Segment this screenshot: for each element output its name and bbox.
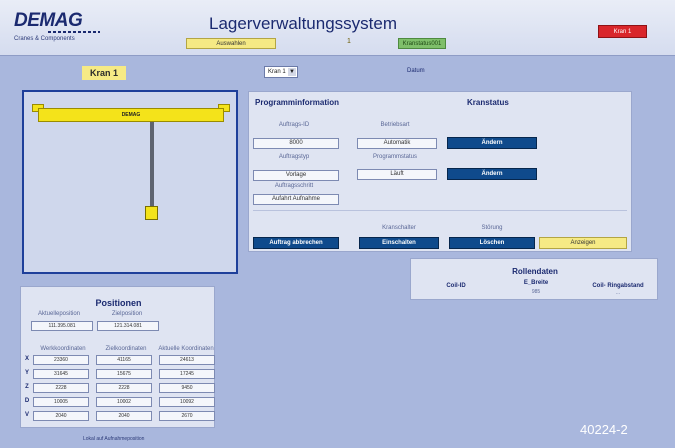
auswahl-button[interactable]: Auswahlen	[186, 38, 276, 49]
aendern-programmstatus-button[interactable]: Ändern	[447, 168, 537, 180]
aendern-betriebsart-button[interactable]: Ändern	[447, 137, 537, 149]
positionen-footer: Lokal auf Aufnahmeposition	[83, 436, 145, 442]
row-label: V	[24, 412, 29, 418]
coil-id-header: Coil-ID	[446, 283, 466, 289]
table-cell: 2228	[96, 383, 152, 393]
kranschalter-label: Kranschalter	[382, 225, 416, 231]
kranstatus-title: Kranstatus	[467, 98, 509, 107]
logo-subtitle: Cranes & Components	[14, 36, 75, 42]
loeschen-button[interactable]: Löschen	[449, 237, 535, 249]
auftragsschritt-field[interactable]: Aufahrt Aufnahme	[253, 194, 339, 205]
figure-number: 40224-2	[580, 422, 628, 437]
row-label: Z	[25, 384, 29, 390]
coil-ringabstand-header: Coil- Ringabstand	[592, 283, 644, 289]
table-cell: 17245	[159, 369, 215, 379]
positionen-title: Positionen	[95, 298, 142, 308]
table-cell: 15675	[96, 369, 152, 379]
table-cell: 2040	[33, 411, 89, 421]
auftrag-abbrechen-button[interactable]: Auftrag abbrechen	[253, 237, 339, 249]
header-bar: DEMAG Cranes & Components Lagerverwaltun…	[0, 0, 675, 56]
e-breite-header: E_Breite	[523, 280, 549, 286]
auftrags-id-label: Auftrags-ID	[278, 122, 310, 128]
einschalten-button[interactable]: Einschalten	[359, 237, 439, 249]
table-cell: 10005	[33, 397, 89, 407]
e-breite-value: 985	[531, 289, 541, 295]
aktuelleposition-label: Aktuelleposition	[37, 311, 81, 317]
zielposition-field: 121.314.081	[97, 321, 159, 331]
table-cell: 23360	[33, 355, 89, 365]
table-cell: 2670	[159, 411, 215, 421]
crane-bridge: DEMAG	[38, 108, 224, 122]
row-label: Y	[24, 370, 29, 376]
panel-divider	[253, 210, 627, 211]
table-cell: 2228	[33, 383, 89, 393]
rollendaten-title: Rollendaten	[512, 267, 558, 276]
table-cell: 10092	[159, 397, 215, 407]
table-cell: 31645	[33, 369, 89, 379]
auftrags-id-field[interactable]: 8000	[253, 138, 339, 149]
zielposition-label: Zielposition	[111, 311, 143, 317]
programm-panel: Programminformation Kranstatus Auftrags-…	[248, 91, 632, 252]
col-header-aktuell: Aktuelle Koordinaten	[158, 346, 214, 352]
programm-title: Programminformation	[255, 98, 340, 107]
header-value: 1	[347, 38, 351, 45]
table-cell: 9450	[159, 383, 215, 393]
kran-select-value: Kran 1	[268, 69, 286, 75]
programmstatus-field[interactable]: Läuft	[357, 169, 437, 180]
auftragsschritt-label: Auftragsschritt	[274, 183, 314, 189]
logo-divider	[48, 31, 100, 33]
kran-button[interactable]: Kran 1	[598, 25, 647, 38]
programmstatus-label: Programmstatus	[372, 154, 417, 160]
kran-title: Kran 1	[82, 66, 126, 80]
app-title: Lagerverwaltungssystem	[208, 14, 398, 33]
betriebsart-label: Betriebsart	[380, 122, 410, 128]
table-cell: 24613	[159, 355, 215, 365]
status-badge: Kranstatus001	[398, 38, 446, 49]
crane-rope	[150, 122, 154, 206]
crane-visualization: DEMAG	[22, 90, 238, 274]
coil-ringabstand-value: ...	[615, 290, 621, 296]
chevron-down-icon[interactable]: ▼	[288, 68, 296, 76]
col-header-ziel: Zielkoordinaten	[105, 346, 147, 352]
rollendaten-panel: Rollendaten Coil-ID E_Breite Coil- Ringa…	[410, 258, 658, 300]
row-label: D	[24, 398, 30, 404]
row-label: X	[24, 356, 29, 362]
table-cell: 2040	[96, 411, 152, 421]
auftragstyp-label: Auftragstyp	[278, 154, 310, 160]
aktuelleposition-field: 111.395.081	[31, 321, 93, 331]
anzeigen-button[interactable]: Anzeigen	[539, 237, 627, 249]
table-cell: 41165	[96, 355, 152, 365]
crane-hook	[145, 206, 158, 220]
date-label: Datum	[407, 68, 425, 74]
table-cell: 10002	[96, 397, 152, 407]
betriebsart-field[interactable]: Automatik	[357, 138, 437, 149]
kran-select[interactable]: Kran 1 ▼	[264, 66, 298, 78]
positionen-panel: Positionen Aktuelleposition 111.395.081 …	[20, 286, 215, 428]
stoerung-label: Störung	[481, 225, 503, 231]
col-header-werk: Werkkoordinaten	[40, 346, 86, 352]
auftragstyp-field[interactable]: Vorlage	[253, 170, 339, 181]
demag-logo: DEMAG	[14, 10, 83, 31]
